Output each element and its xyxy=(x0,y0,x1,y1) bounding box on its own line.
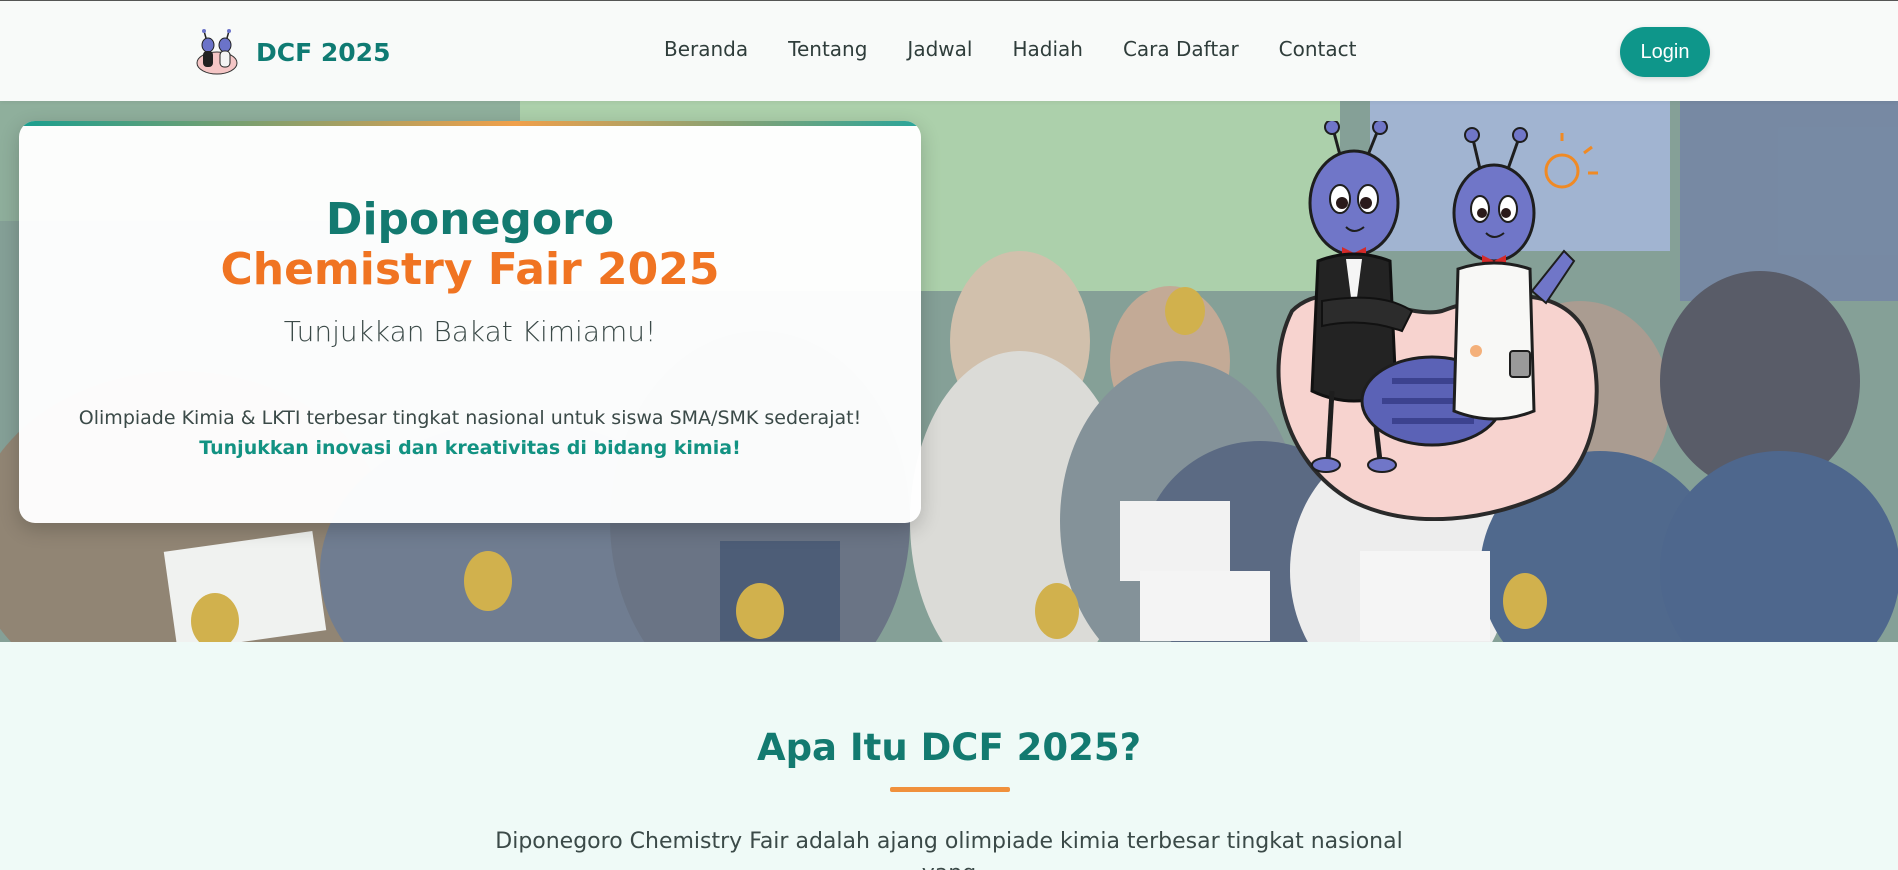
nav-link-contact[interactable]: Contact xyxy=(1279,37,1357,61)
ant-mascots-illustration xyxy=(1276,121,1599,521)
about-text: Diponegoro Chemistry Fair adalah ajang o… xyxy=(495,829,1403,870)
card-accent-bar xyxy=(19,121,921,126)
about-section: Apa Itu DCF 2025? Diponegoro Chemistry F… xyxy=(0,642,1898,870)
nav-link-cara-daftar[interactable]: Cara Daftar xyxy=(1123,37,1239,61)
nav-link-hadiah[interactable]: Hadiah xyxy=(1012,37,1082,61)
navbar: DCF 2025 Beranda Tentang Jadwal Hadiah C… xyxy=(0,0,1898,101)
hero-title-line2: Chemistry Fair 2025 xyxy=(220,244,720,295)
nav-link-tentang[interactable]: Tentang xyxy=(788,37,867,61)
ant-mascot-logo-icon xyxy=(196,29,238,75)
hero-title-line1: Diponegoro xyxy=(325,194,615,245)
hero-section: Diponegoro Chemistry Fair 2025 Tunjukkan… xyxy=(0,101,1898,642)
nav-link-jadwal[interactable]: Jadwal xyxy=(907,37,972,61)
hero-description: Olimpiade Kimia & LKTI terbesar tingkat … xyxy=(78,407,862,429)
brand[interactable]: DCF 2025 xyxy=(192,27,390,77)
brand-name: DCF 2025 xyxy=(256,37,391,67)
hero-card: Diponegoro Chemistry Fair 2025 Tunjukkan… xyxy=(19,121,921,523)
login-button[interactable]: Login xyxy=(1620,27,1710,77)
hero-highlight: Tunjukkan inovasi dan kreativitas di bid… xyxy=(199,437,741,459)
nav-link-beranda[interactable]: Beranda xyxy=(664,37,748,61)
about-title: Apa Itu DCF 2025? xyxy=(756,726,1142,769)
nav-links: Beranda Tentang Jadwal Hadiah Cara Dafta… xyxy=(664,37,1356,61)
about-title-underline xyxy=(890,787,1010,792)
hero-tagline: Tunjukkan Bakat Kimiamu! xyxy=(283,315,657,348)
